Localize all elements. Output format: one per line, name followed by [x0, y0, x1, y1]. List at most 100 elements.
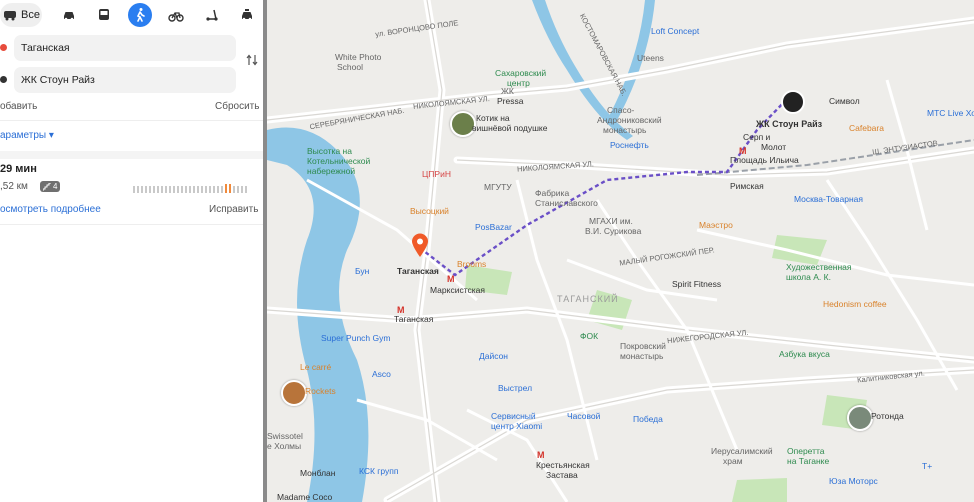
poi-spirit: Spirit Fitness — [672, 279, 722, 289]
section-separator — [0, 151, 263, 159]
poi-vystrel: Выстрел — [498, 383, 533, 393]
poi-rotonda: Ротонда — [871, 411, 904, 421]
mode-car-button[interactable] — [58, 3, 80, 27]
poi-hud: Художественная — [786, 262, 852, 272]
station-moskva-tov: Москва-Товарная — [794, 194, 864, 204]
to-value: ЖК Стоун Райз — [21, 74, 95, 86]
poi-spaso: Спасо- — [607, 105, 635, 115]
destination-label: ЖК Стоун Райз — [756, 119, 823, 129]
station-serp-2: Молот — [761, 142, 787, 152]
mode-taxi-button[interactable] — [236, 3, 258, 27]
route-time: 29 мин — [0, 163, 37, 175]
add-point-link[interactable]: обавить — [0, 101, 37, 112]
metro-taganskaya: Таганская — [394, 314, 434, 324]
poi-loft-concept: Loft Concept — [651, 26, 700, 36]
poi-bun: Бун — [355, 266, 370, 276]
poi-kotel-3: набережной — [307, 166, 356, 176]
poi-swissotel: Swissotel — [267, 431, 303, 441]
poi-ierusalim-2: храм — [723, 456, 743, 466]
destination-pin[interactable] — [781, 90, 805, 114]
park — [732, 478, 787, 502]
details-link[interactable]: осмотреть подробнее — [0, 204, 101, 215]
stairs-icon — [43, 182, 51, 191]
poi-kotel: Высотка на — [307, 146, 352, 156]
poi-simvol: Символ — [829, 96, 860, 106]
user-photo-avatar[interactable] — [281, 380, 307, 406]
poi-yuza: Юза Моторс — [829, 476, 878, 486]
poi-chasovoy: Часовой — [567, 411, 601, 421]
mode-walk-button[interactable] — [128, 3, 152, 27]
reset-link[interactable]: Сбросить — [215, 101, 259, 112]
poi-pobeda: Победа — [633, 414, 663, 424]
poi-daison: Дайсон — [479, 351, 508, 361]
poi-vysotsky: Высоцкий — [410, 206, 449, 216]
divider-line-bottom — [0, 224, 263, 225]
poi-servis-2: центр Xiaomi — [491, 421, 543, 431]
user-photo-avatar[interactable] — [847, 405, 873, 431]
poi-rockets: Rockets — [305, 386, 336, 396]
poi-sakharov: Сахаровский — [495, 68, 547, 78]
poi-pressa: Pressa — [497, 96, 524, 106]
elevation-profile — [133, 184, 247, 193]
poi-fabrika: Фабрика — [535, 188, 570, 198]
bus-icon — [99, 9, 109, 20]
map-view[interactable]: ул. ВОРОНЦОВО ПОЛЕ White Photo School Lo… — [267, 0, 974, 502]
poi-lecarre: Le carré — [300, 362, 332, 372]
poi-operetta: Оперетта — [787, 446, 825, 456]
to-field[interactable]: ЖК Стоун Райз — [14, 67, 236, 93]
start-dot — [0, 44, 7, 51]
metro-icon: M — [447, 274, 455, 284]
poi-servis: Сервисный — [491, 411, 536, 421]
poi-spaso-3: монастырь — [603, 125, 647, 135]
stairs-badge: 4 — [40, 181, 61, 192]
car-icon — [64, 12, 74, 21]
poi-maestro: Маэстро — [699, 220, 733, 230]
poi-madame: Madame Coco — [277, 492, 333, 502]
poi-uteens: Uteens — [637, 53, 664, 63]
poi-tplus: Т+ — [922, 461, 933, 471]
mode-bike-button[interactable] — [165, 3, 187, 27]
poi-brooms: Brooms — [457, 259, 487, 269]
poi-pokrov-2: монастырь — [620, 351, 664, 361]
district-label: ТАГАНСКИЙ — [557, 294, 619, 304]
metro-ilyicha: Площадь Ильича — [730, 155, 799, 165]
route-panel: Все Таганская ЖК Стоун Райз обавить Сбро… — [0, 0, 263, 502]
start-label: Таганская — [397, 266, 439, 276]
poi-azbuka: Азбука вкуса — [779, 349, 830, 359]
mode-bus-button[interactable] — [93, 3, 115, 27]
poi-pokrov: Покровский — [620, 341, 666, 351]
poi-mgutu: МГУТУ — [484, 182, 512, 192]
params-label: араметры — [0, 130, 47, 141]
metro-rimskaya: Римская — [730, 181, 764, 191]
fix-link[interactable]: Исправить — [209, 204, 258, 215]
params-link[interactable]: араметры ▾ — [0, 130, 54, 141]
poi-operetta-2: на Таганке — [787, 456, 830, 466]
poi-ksk: КСК групп — [359, 466, 399, 476]
divider-line — [0, 120, 263, 121]
bike-icon — [168, 12, 184, 22]
walk-icon — [136, 8, 145, 22]
poi-ierusalim: Иерусалимский — [711, 446, 773, 456]
metro-krest-2: Застава — [546, 470, 578, 480]
poi-mgahi: МГАХИ им. — [589, 216, 633, 226]
taxi-icon — [242, 9, 252, 21]
from-field[interactable]: Таганская — [14, 35, 236, 61]
poi-pressa-2: ЖК — [501, 86, 514, 96]
poi-kotel-2: Котельнической — [307, 156, 371, 166]
poi-white-photo-2: School — [337, 62, 363, 72]
transport-modes: Все — [0, 3, 263, 27]
mode-scooter-button[interactable] — [201, 3, 223, 27]
poi-mts: МТС Live Хо — [927, 108, 974, 118]
from-value: Таганская — [21, 42, 70, 54]
route-distance: ,52 км — [0, 181, 28, 192]
swap-icon[interactable] — [245, 53, 259, 67]
poi-fok: ФОК — [580, 331, 599, 341]
mode-all-button[interactable]: Все — [0, 3, 42, 27]
start-pin-icon[interactable] — [411, 233, 429, 257]
poi-kotik-2: вишнёвой подушке — [472, 123, 548, 133]
car-bus-icon — [4, 11, 17, 21]
poi-tsirk: ЦПРиН — [422, 169, 451, 179]
poi-monblan: Монблан — [300, 468, 336, 478]
metro-marks: Марксистская — [430, 285, 485, 295]
poi-rosneft: Роснефть — [610, 140, 649, 150]
